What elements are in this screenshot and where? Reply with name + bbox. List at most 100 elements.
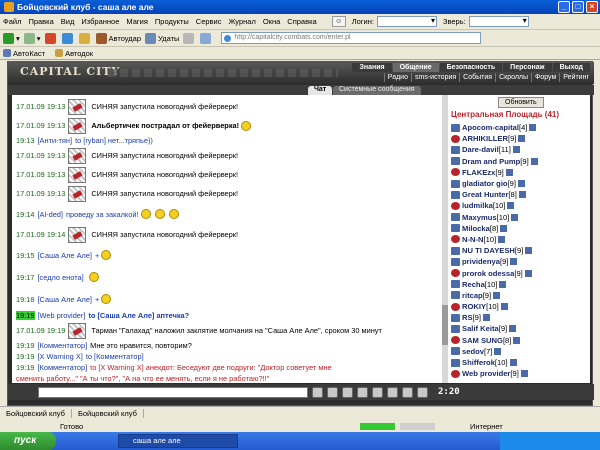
back-button[interactable]: ▾ [3, 32, 20, 45]
send-icon[interactable] [312, 386, 323, 398]
user-name[interactable]: Salif Keita [462, 324, 499, 333]
nav-radio[interactable]: Радио [383, 73, 411, 82]
info-icon[interactable] [513, 336, 521, 344]
info-icon[interactable] [500, 224, 508, 232]
user-row[interactable]: Great Hunter [8] [451, 189, 587, 200]
chat-user[interactable]: [Анти-тян] [38, 136, 73, 145]
menu-help[interactable]: Справка [287, 17, 316, 26]
refresh-button[interactable]: Обновить [498, 97, 544, 108]
info-icon[interactable] [499, 280, 507, 288]
info-icon[interactable] [529, 124, 537, 132]
menu-journal[interactable]: Журнал [228, 17, 255, 26]
user-row[interactable]: Maxymus [10] [451, 212, 587, 223]
autodok-link[interactable]: Автодок [55, 49, 93, 58]
user-name[interactable]: Recha [462, 280, 485, 289]
user-row[interactable]: Recha [10] [451, 279, 587, 290]
user-name[interactable]: NU TI DAYESH [462, 246, 515, 255]
info-icon[interactable] [510, 258, 518, 266]
animal-combo[interactable] [468, 16, 529, 27]
user-row[interactable]: N-N-N [10] [451, 234, 587, 245]
exit-icon[interactable] [417, 386, 428, 398]
info-icon[interactable] [530, 157, 538, 165]
user-row[interactable]: ROKIY [10] [451, 301, 587, 312]
nav-rating[interactable]: Рейтинг [559, 73, 592, 82]
user-row[interactable]: Web provider [9] [451, 368, 587, 379]
user-row[interactable]: ludmilka [10] [451, 200, 587, 211]
user-name[interactable]: ARHIKILLER [462, 134, 508, 143]
user-row[interactable]: prividenya [9] [451, 256, 587, 267]
info-icon[interactable] [520, 370, 528, 378]
menu-favorites[interactable]: Избранное [81, 17, 119, 26]
user-name[interactable]: SAM SUNG [462, 336, 503, 345]
user-name[interactable]: Apocom-capital [462, 123, 519, 132]
user-name[interactable]: prorok odessa [462, 269, 514, 278]
user-row[interactable]: Dram and Pump [9] [451, 156, 587, 167]
tool-icon-b[interactable] [200, 32, 213, 45]
smiley-menu-icon[interactable]: ☺ [331, 16, 346, 27]
user-name[interactable]: RS [462, 313, 473, 322]
chat-user[interactable]: [Комментатор] [38, 341, 88, 350]
user-name[interactable]: Dare-davil [462, 145, 499, 154]
info-icon[interactable] [498, 235, 506, 243]
user-name[interactable]: sedov [462, 347, 484, 356]
info-icon[interactable] [518, 191, 526, 199]
info-icon[interactable] [518, 180, 526, 188]
tab-system-messages[interactable]: Системные сообщения [333, 86, 421, 95]
menu-products[interactable]: Продукты [155, 17, 189, 26]
user-row[interactable]: Apocom-capital [4] [451, 122, 587, 133]
chat-user[interactable]: [X Warning X] [38, 352, 83, 361]
home-button[interactable] [78, 32, 92, 45]
chat-user[interactable]: [Web provider] [38, 311, 86, 320]
info-icon[interactable] [507, 202, 515, 210]
status-tab-1[interactable]: Бойцовский клуб [0, 409, 72, 418]
tool-icon-a[interactable] [183, 32, 196, 45]
user-row[interactable]: prorok odessa [9] [451, 267, 587, 278]
user-name[interactable]: FLAKEzx [462, 168, 495, 177]
nav-sms[interactable]: sms-история [410, 73, 459, 82]
user-row[interactable]: ARHIKILLER [9] [451, 133, 587, 144]
stop-button[interactable] [44, 32, 58, 45]
info-icon[interactable] [493, 291, 501, 299]
user-name[interactable]: gladiator gio [462, 179, 508, 188]
user-row[interactable]: FLAKEzx [9] [451, 167, 587, 178]
user-row[interactable]: Dare-davil [11] [451, 144, 587, 155]
login-combo[interactable] [376, 16, 437, 27]
nav-forum[interactable]: Форум [531, 73, 559, 82]
user-name[interactable]: Maxymus [462, 213, 497, 222]
clear-icon[interactable] [327, 386, 338, 398]
user-row[interactable]: Milocka [8] [451, 223, 587, 234]
user-name[interactable]: Milocka [462, 224, 490, 233]
user-name[interactable]: ludmilka [462, 201, 493, 210]
forward-button[interactable]: ▾ [23, 32, 41, 45]
taskbar-window[interactable]: саша але але [118, 434, 238, 448]
nav-character[interactable]: Персонаж [503, 63, 552, 72]
refresh-page-button[interactable] [61, 32, 75, 45]
nav-exit[interactable]: Выход [552, 63, 590, 72]
menu-file[interactable]: Файл [3, 17, 21, 26]
translit-icon[interactable] [357, 386, 368, 398]
user-name[interactable]: prividenya [462, 257, 500, 266]
chat-user[interactable]: [Al-ded] [38, 209, 63, 220]
user-row[interactable]: sedov [7] [451, 346, 587, 357]
user-row[interactable]: NU TI DAYESH [9] [451, 245, 587, 256]
user-name[interactable]: ritcap [462, 291, 483, 300]
user-name[interactable]: Dram and Pump [462, 157, 520, 166]
menu-view[interactable]: Вид [61, 17, 75, 26]
user-name[interactable]: Great Hunter [462, 190, 508, 199]
user-row[interactable]: RS [9] [451, 312, 587, 323]
menu-magic[interactable]: Магия [126, 17, 148, 26]
info-icon[interactable] [512, 146, 520, 154]
chat-user[interactable]: [седло енота] [38, 272, 84, 283]
info-icon[interactable] [525, 247, 533, 255]
info-icon[interactable] [494, 347, 502, 355]
autoudar-button[interactable]: Автоудар [95, 32, 141, 45]
autokast-link[interactable]: АвтоКаст [3, 49, 45, 58]
chat-input[interactable] [38, 386, 308, 398]
info-icon[interactable] [518, 135, 526, 143]
smiles-icon[interactable] [342, 386, 353, 398]
settings-icon[interactable] [402, 386, 413, 398]
sound-icon[interactable] [387, 386, 398, 398]
chat-user[interactable]: [Саша Але Але] [38, 294, 93, 305]
user-name[interactable]: Web provider [462, 369, 510, 378]
user-row[interactable]: Salif Keita [9] [451, 323, 587, 334]
